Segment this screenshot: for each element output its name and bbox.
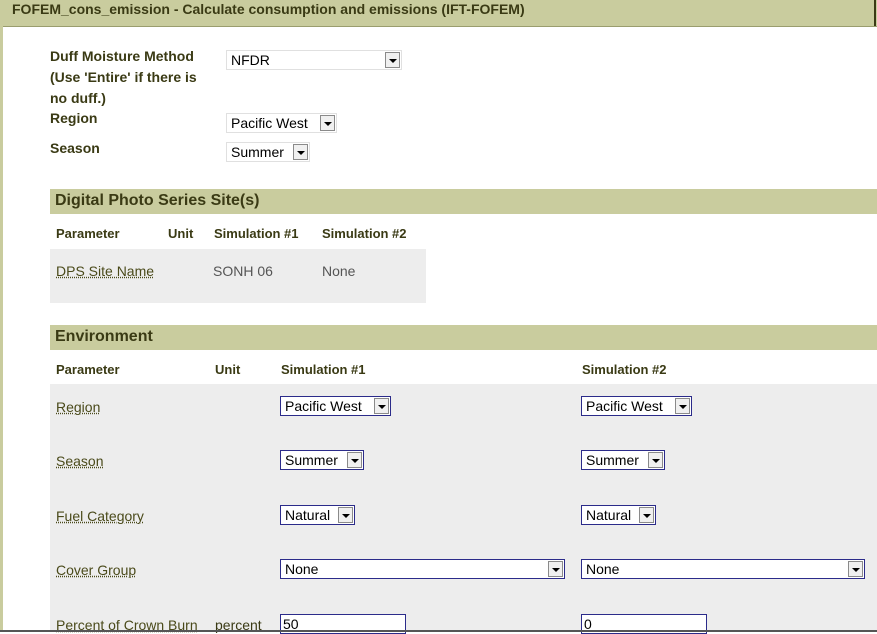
- environment-table-body: [50, 384, 877, 632]
- title-bar-edge: [874, 0, 876, 26]
- season-value: Summer: [231, 144, 284, 160]
- env-region-sim1-value: Pacific West: [285, 398, 362, 414]
- season-select[interactable]: Summer: [226, 142, 310, 162]
- chevron-down-icon[interactable]: [347, 452, 362, 468]
- env-fuel-sim1-value: Natural: [285, 507, 331, 523]
- env-season-sim1-value: Summer: [285, 452, 338, 468]
- left-border: [0, 26, 3, 632]
- env-col-unit: Unit: [215, 362, 241, 377]
- duff-moisture-hint-2: no duff.): [50, 90, 106, 106]
- env-cover-sim1-value: None: [285, 561, 319, 577]
- duff-moisture-value: NFDR: [231, 52, 270, 68]
- env-region-link[interactable]: Region: [56, 399, 100, 415]
- dps-col-unit: Unit: [168, 226, 194, 241]
- env-region-sim2-select[interactable]: Pacific West: [581, 396, 692, 416]
- env-cover-sim1-select[interactable]: None: [280, 559, 565, 579]
- environment-section-title: Environment: [55, 328, 153, 345]
- env-region-sim1-select[interactable]: Pacific West: [280, 396, 391, 416]
- chevron-down-icon[interactable]: [675, 398, 690, 414]
- chevron-down-icon[interactable]: [548, 561, 563, 577]
- env-col-sim1: Simulation #1: [281, 362, 366, 377]
- environment-section-header: Environment: [50, 325, 877, 350]
- env-cover-group-link[interactable]: Cover Group: [56, 562, 136, 578]
- region-label: Region: [50, 110, 98, 126]
- duff-moisture-select[interactable]: NFDR: [226, 50, 402, 70]
- dps-section-title: Digital Photo Series Site(s): [55, 192, 260, 209]
- env-region-sim2-value: Pacific West: [586, 398, 663, 414]
- env-season-sim1-select[interactable]: Summer: [280, 450, 364, 470]
- env-cover-sim2-value: None: [586, 561, 620, 577]
- window-title-bar: FOFEM_cons_emission - Calculate consumpt…: [0, 0, 877, 27]
- dps-site-sim1: SONH 06: [213, 263, 273, 279]
- env-col-parameter: Parameter: [56, 362, 120, 377]
- dps-col-sim2: Simulation #2: [322, 226, 407, 241]
- env-cover-sim2-select[interactable]: None: [581, 559, 865, 579]
- chevron-down-icon[interactable]: [848, 561, 863, 577]
- env-fuel-sim2-value: Natural: [586, 507, 632, 523]
- window-title: FOFEM_cons_emission - Calculate consumpt…: [12, 1, 525, 17]
- env-season-link[interactable]: Season: [56, 453, 103, 469]
- chevron-down-icon[interactable]: [293, 144, 308, 160]
- dps-site-sim2: None: [322, 263, 356, 279]
- chevron-down-icon[interactable]: [320, 115, 335, 131]
- chevron-down-icon[interactable]: [639, 507, 654, 523]
- env-fuel-sim1-select[interactable]: Natural: [280, 505, 355, 525]
- chevron-down-icon[interactable]: [338, 507, 353, 523]
- chevron-down-icon[interactable]: [385, 52, 400, 68]
- chevron-down-icon[interactable]: [648, 452, 663, 468]
- env-fuel-category-link[interactable]: Fuel Category: [56, 508, 144, 524]
- region-value: Pacific West: [231, 115, 308, 131]
- env-fuel-sim2-select[interactable]: Natural: [581, 505, 656, 525]
- duff-moisture-hint-1: (Use 'Entire' if there is: [50, 69, 197, 85]
- env-season-sim2-value: Summer: [586, 452, 639, 468]
- dps-site-name-link[interactable]: DPS Site Name: [56, 263, 154, 279]
- region-select[interactable]: Pacific West: [226, 113, 337, 133]
- duff-moisture-label: Duff Moisture Method: [50, 48, 194, 64]
- dps-col-parameter: Parameter: [56, 226, 120, 241]
- dps-col-sim1: Simulation #1: [214, 226, 299, 241]
- dps-section-header: Digital Photo Series Site(s): [50, 189, 877, 214]
- env-col-sim2: Simulation #2: [582, 362, 667, 377]
- season-label: Season: [50, 140, 100, 156]
- env-season-sim2-select[interactable]: Summer: [581, 450, 665, 470]
- chevron-down-icon[interactable]: [374, 398, 389, 414]
